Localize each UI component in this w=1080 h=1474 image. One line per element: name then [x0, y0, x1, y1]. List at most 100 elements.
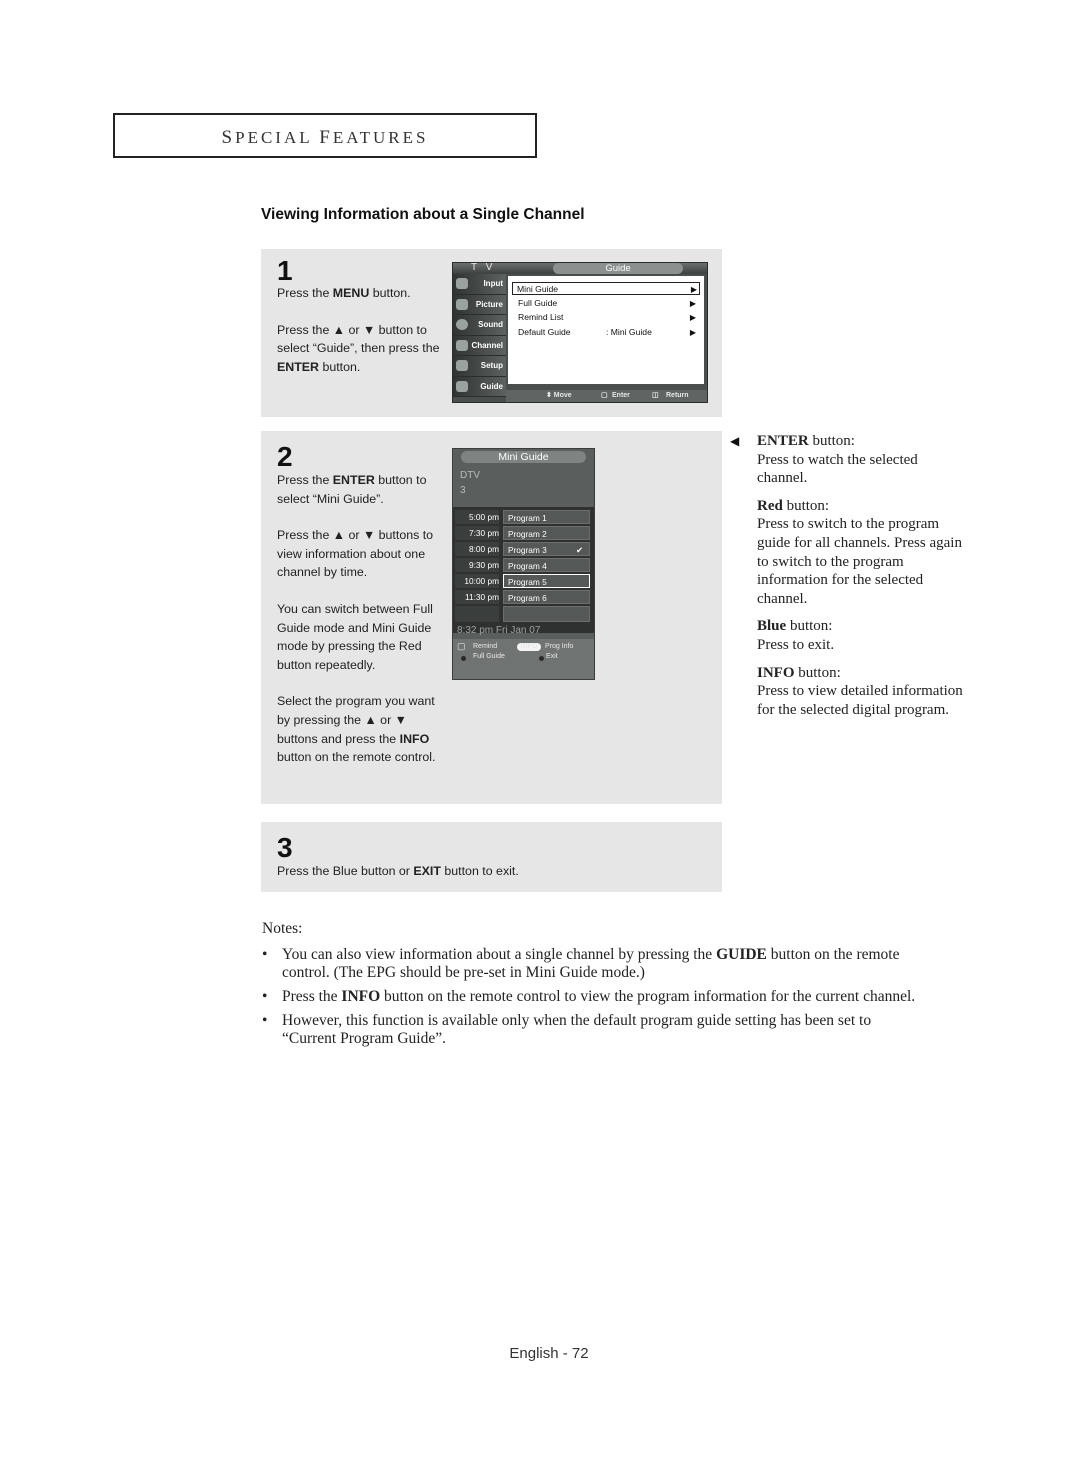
program-name: Program 5 — [508, 577, 547, 587]
program-time-empty — [455, 606, 499, 622]
step-paragraph: Select the program you want by pressing … — [277, 692, 447, 766]
text: button to exit. — [440, 864, 519, 878]
menu-item-mini-guide[interactable]: Mini Guide ▶ — [512, 282, 700, 295]
bold-text: MENU — [332, 286, 370, 300]
program-list: 5:00 pm Program 1 7:30 pm Program 2 8:00… — [453, 507, 594, 633]
page-heading: Viewing Information about a Single Chann… — [261, 206, 585, 223]
program-item[interactable]: Program 4 — [503, 558, 590, 572]
step-instructions: Press the ENTER button to select “Mini G… — [277, 471, 447, 785]
text: button: — [786, 618, 833, 635]
program-item[interactable]: Program 6 — [503, 590, 590, 604]
step-paragraph: Press the MENU button. — [277, 284, 447, 303]
sidebar-item-channel[interactable]: Channel — [453, 335, 506, 356]
program-item-selected[interactable]: Program 5 — [503, 574, 590, 588]
step-paragraph: Press the Blue button or EXIT button to … — [277, 862, 717, 881]
bold-text: GUIDE — [716, 946, 767, 963]
note-item: • You can also view information about a s… — [262, 946, 922, 982]
sidebar-label: Picture — [475, 299, 503, 309]
notes-header: Notes: — [262, 920, 303, 937]
text: However, this function is available only… — [282, 1012, 872, 1047]
return-hint: Return — [666, 392, 689, 399]
section-title-initial: S — [221, 127, 236, 148]
button-description: Press to view detailed information for t… — [757, 683, 963, 718]
button-name: INFO — [757, 664, 795, 681]
menu-item-remind-list[interactable]: Remind List ▶ — [514, 311, 698, 324]
bold-text: INFO — [399, 731, 430, 746]
menu-item-full-guide[interactable]: Full Guide ▶ — [514, 297, 698, 310]
program-name: Program 3 — [508, 545, 547, 555]
sidebar-item-guide[interactable]: Guide — [453, 376, 506, 397]
program-item[interactable]: Program 1 — [503, 510, 590, 524]
sidebar-item-sound[interactable]: Sound — [453, 315, 506, 336]
sidebar-label: Sound — [478, 320, 503, 329]
menu-item-label: Remind List — [518, 312, 564, 322]
pointer-arrow-icon: ◀ — [730, 434, 740, 448]
program-time: 10:00 pm — [455, 574, 499, 588]
program-time: 11:30 pm — [455, 590, 499, 604]
remind-hint: Remind — [473, 643, 498, 650]
picture-icon — [456, 298, 468, 310]
step-instructions: Press the MENU button. Press the ▲ or ▼ … — [277, 284, 447, 394]
text: Press the — [277, 286, 333, 300]
enter-hint: Enter — [612, 392, 630, 399]
section-title-initial: F — [319, 127, 333, 148]
bold-text: ENTER — [277, 359, 319, 374]
text: Press the — [282, 988, 342, 1005]
text: button: — [782, 497, 830, 514]
step-paragraph: Press the ENTER button to select “Mini G… — [277, 471, 447, 508]
arrow-right-icon: ▶ — [689, 299, 696, 308]
tv-label: T V — [471, 262, 496, 273]
channel-icon — [456, 339, 468, 351]
program-time: 5:00 pm — [455, 510, 499, 524]
menu-item-label: Default Guide — [518, 327, 571, 337]
program-name: Program 6 — [508, 593, 547, 603]
channel-type: DTV — [460, 470, 480, 481]
prog-info-hint: Prog Info — [545, 643, 574, 650]
note-item: • Press the INFO button on the remote con… — [262, 988, 922, 1006]
button-help-list: ENTER button: Press to watch the selected… — [757, 432, 967, 728]
bullet-icon: • — [262, 946, 268, 963]
button-help-item: Red button: Press to switch to the progra… — [757, 497, 967, 609]
text: Press the ▲ or ▼ button to select “Guide… — [277, 322, 440, 356]
mini-guide-title: Mini Guide — [461, 451, 586, 463]
tv-guide-menu-screen: T V Guide Input Picture Sound Channel Se… — [452, 262, 708, 403]
text: You can also view information about a si… — [282, 946, 717, 963]
step-paragraph: Press the ▲ or ▼ buttons to view informa… — [277, 526, 447, 582]
text: button. — [369, 286, 411, 300]
notes-section: Notes: • You can also view information ab… — [262, 920, 922, 1054]
program-item[interactable]: Program 3 ✔ — [503, 542, 590, 556]
bullet-icon: • — [262, 988, 268, 1005]
return-icon: ◫ — [652, 392, 659, 399]
text: Press the — [277, 473, 333, 487]
sidebar-item-picture[interactable]: Picture — [453, 294, 506, 315]
move-hint: ⬍ Move — [546, 392, 572, 399]
sidebar-item-setup[interactable]: Setup — [453, 356, 506, 377]
text: You can switch between Full Guide mode a… — [277, 601, 433, 672]
sidebar-label: Setup — [480, 361, 503, 370]
section-title-part: EATURES — [332, 128, 429, 147]
button-description: Press to switch to the program guide for… — [757, 516, 962, 607]
step-number: 2 — [277, 441, 293, 472]
arrow-right-icon: ▶ — [689, 313, 696, 322]
menu-options-panel: Mini Guide ▶ Full Guide ▶ Remind List ▶ Def… — [508, 276, 704, 384]
checkmark-icon: ✔ — [576, 545, 583, 555]
section-title-part: PECIAL — [235, 128, 320, 147]
program-item-empty — [503, 606, 590, 622]
enter-icon: ▢ — [457, 641, 466, 651]
button-help-item: Blue button: Press to exit. — [757, 617, 967, 654]
menu-sidebar: Input Picture Sound Channel Setup Guide — [453, 274, 506, 397]
program-item[interactable]: Program 2 — [503, 526, 590, 540]
arrow-right-icon: ▶ — [690, 285, 697, 294]
notes-list: • You can also view information about a s… — [262, 946, 922, 1048]
menu-item-default-guide[interactable]: Default Guide: Mini Guide ▶ — [514, 326, 698, 339]
sidebar-item-input[interactable]: Input — [453, 274, 506, 295]
text: button on the remote control. — [277, 750, 436, 765]
program-name: Program 2 — [508, 529, 547, 539]
menu-top-bar: T V Guide — [453, 262, 707, 274]
setup-icon — [456, 360, 468, 371]
step-paragraph: Press the ▲ or ▼ button to select “Guide… — [277, 321, 447, 377]
menu-item-label: Full Guide — [518, 298, 558, 308]
button-name: Blue — [757, 618, 787, 635]
text: button: — [794, 664, 841, 681]
button-help-item: ENTER button: Press to watch the selected… — [757, 432, 967, 488]
